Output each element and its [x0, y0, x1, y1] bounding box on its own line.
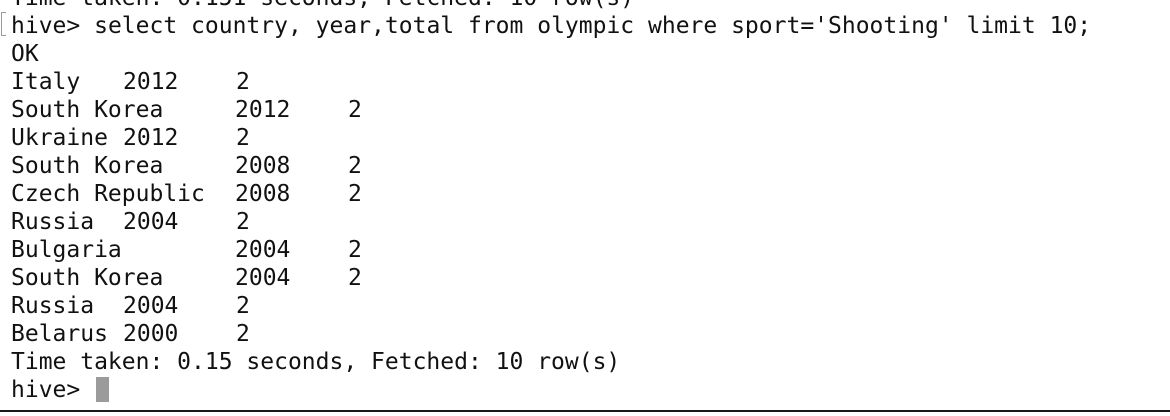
result-total: 2	[348, 265, 362, 291]
result-total: 2	[236, 69, 250, 95]
result-row: Ukraine 2012 2	[11, 124, 1091, 152]
result-total: 2	[236, 321, 250, 347]
result-row: Russia 2004 2	[11, 208, 1091, 236]
result-country: Czech Republic	[11, 181, 205, 207]
result-country: Belarus	[11, 321, 108, 347]
result-year: 2008	[235, 181, 291, 207]
result-year: 2012	[235, 97, 291, 123]
previous-status-line: Time taken: 0.151 seconds, Fetched: 10 r…	[11, 0, 1091, 12]
result-total: 2	[348, 97, 362, 123]
query-text: select country, year,total from olympic …	[94, 13, 1092, 39]
result-total: 2	[236, 209, 250, 235]
result-country: South Korea	[11, 97, 164, 123]
command-input-line[interactable]: hive>	[11, 376, 1091, 404]
result-total: 2	[236, 293, 250, 319]
text-cursor	[96, 377, 110, 402]
result-row: South Korea 2008 2	[11, 152, 1091, 180]
result-year: 2004	[123, 209, 179, 235]
result-year: 2004	[235, 265, 291, 291]
result-total: 2	[348, 181, 362, 207]
result-row: Italy 2012 2	[11, 68, 1091, 96]
result-row: Belarus 2000 2	[11, 320, 1091, 348]
result-year: 2000	[123, 321, 179, 347]
ok-line: OK	[11, 41, 39, 67]
terminal-output: Time taken: 0.151 seconds, Fetched: 10 r…	[11, 0, 1091, 404]
result-row: South Korea 2004 2	[11, 264, 1091, 292]
result-year: 2004	[123, 293, 179, 319]
result-row: Bulgaria 2004 2	[11, 236, 1091, 264]
result-country: South Korea	[11, 153, 164, 179]
result-row: Czech Republic 2008 2	[11, 180, 1091, 208]
result-country: Italy	[11, 69, 81, 95]
status-line: Time taken: 0.15 seconds, Fetched: 10 ro…	[11, 349, 621, 375]
terminal-window[interactable]: Time taken: 0.151 seconds, Fetched: 10 r…	[0, 0, 1170, 412]
current-prompt: hive>	[11, 377, 81, 403]
result-country: South Korea	[11, 265, 164, 291]
prompt: hive>	[11, 13, 81, 39]
result-year: 2012	[123, 69, 179, 95]
result-total: 2	[348, 237, 362, 263]
query-line: hive> select country, year,total from ol…	[11, 12, 1091, 40]
result-row: Russia 2004 2	[11, 292, 1091, 320]
result-country: Ukraine	[11, 125, 108, 151]
result-year: 2012	[123, 125, 179, 151]
result-country: Bulgaria	[11, 237, 122, 263]
result-country: Russia	[11, 293, 95, 319]
command-mark-icon	[1, 12, 6, 36]
result-total: 2	[236, 125, 250, 151]
result-total: 2	[348, 153, 362, 179]
result-year: 2008	[235, 153, 291, 179]
result-country: Russia	[11, 209, 95, 235]
result-year: 2004	[235, 237, 291, 263]
result-row: South Korea 2012 2	[11, 96, 1091, 124]
